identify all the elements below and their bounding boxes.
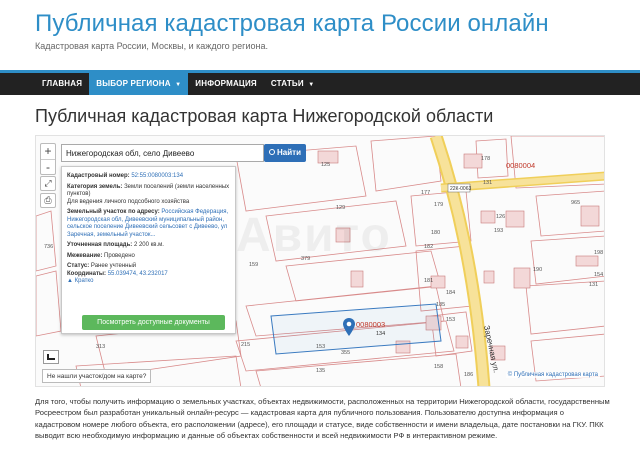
plot-label: 180 xyxy=(431,230,440,236)
cadastral-number-link[interactable]: 52:55:0080003:134 xyxy=(131,173,183,179)
plot-label: 184 xyxy=(446,290,455,296)
area-value: 2 200 кв.м. xyxy=(133,242,164,248)
nav-item-information[interactable]: ИНФОРМАЦИЯ xyxy=(188,73,264,95)
plot-label: 181 xyxy=(424,278,433,284)
plot-label: 186 xyxy=(464,372,473,378)
info-label: Межевание: xyxy=(67,252,103,259)
address-search-input[interactable] xyxy=(61,144,264,162)
block-label: 0080004 xyxy=(506,161,535,170)
plot-label: 193 xyxy=(494,228,503,234)
plot-label: 158 xyxy=(434,364,443,370)
page-title: Публичная кадастровая карта Нижегородско… xyxy=(35,106,494,126)
plot-label: 177 xyxy=(421,190,430,196)
plot-label: 179 xyxy=(434,202,443,208)
search-button-label: Найти xyxy=(277,148,301,157)
plot-label: 126 xyxy=(496,214,505,220)
plot-label: 153 xyxy=(446,317,455,323)
plot-label: 135 xyxy=(316,368,325,374)
plot-label: 154 xyxy=(594,272,603,278)
fullscreen-icon[interactable]: ⤢ xyxy=(40,176,56,191)
nav-label: ИНФОРМАЦИЯ xyxy=(195,79,257,88)
print-icon[interactable]: ⎙ xyxy=(40,193,56,208)
main-navbar: ГЛАВНАЯ ВЫБОР РЕГИОНА ▼ ИНФОРМАЦИЯ СТАТЬ… xyxy=(0,70,640,95)
info-label: Уточненная площадь: xyxy=(67,242,133,248)
info-label: Статус: xyxy=(67,263,90,269)
info-label: Кадастровый номер: xyxy=(67,173,130,179)
nav-label: СТАТЬИ xyxy=(270,79,304,88)
plot-label: 313 xyxy=(96,344,105,350)
plot-label: 125 xyxy=(321,162,330,168)
view-documents-button[interactable]: Посмотреть доступные документы xyxy=(82,315,225,330)
parcel-info-panel: Кадастровый номер: 52:55:0080003:134 Кат… xyxy=(61,166,236,334)
search-icon xyxy=(269,149,275,155)
cadastral-map[interactable]: Заречная ул. 22К-0063 0080004 0080003 13… xyxy=(35,135,605,387)
nav-item-articles[interactable]: СТАТЬИ ▼ xyxy=(264,73,322,95)
chevron-down-icon: ▼ xyxy=(308,82,315,88)
plot-label: 215 xyxy=(241,342,250,348)
block-label: 0080003 xyxy=(356,320,385,329)
land-use-value: Для ведения личного подсобного хозяйства xyxy=(67,198,190,205)
search-button[interactable]: Найти xyxy=(264,144,306,162)
status-value: Ранее учтенный xyxy=(90,263,137,269)
map-pin-icon[interactable] xyxy=(343,318,355,336)
plot-label: 131 xyxy=(483,180,492,186)
not-found-link[interactable]: Не нашли участок/дом на карте? xyxy=(42,369,152,383)
page-description: Для того, чтобы получить информацию о зе… xyxy=(35,397,610,440)
chevron-down-icon: ▼ xyxy=(175,82,182,88)
nav-item-region-select[interactable]: ВЫБОР РЕГИОНА ▼ xyxy=(89,73,189,95)
selected-parcel xyxy=(270,303,442,355)
plot-label: 182 xyxy=(424,244,433,250)
zoom-out-button[interactable]: - xyxy=(41,159,55,174)
info-label: Земельный участок по адресу: xyxy=(67,209,160,215)
layers-icon[interactable] xyxy=(43,350,59,364)
plot-label: 153 xyxy=(316,344,325,350)
nav-label: ВЫБОР РЕГИОНА xyxy=(96,79,171,88)
site-tagline: Кадастровая карта России, Москвы, и кажд… xyxy=(35,41,268,51)
plot-label: 965 xyxy=(571,200,580,206)
plot-label: 190 xyxy=(533,267,542,273)
zoom-control: + - xyxy=(40,143,56,175)
plot-label: 185 xyxy=(436,302,445,308)
map-copyright[interactable]: © Публичная кадастровая карта xyxy=(505,372,600,378)
plot-label: 131 xyxy=(589,282,598,288)
survey-value: Проведено xyxy=(104,252,135,259)
plot-label: 355 xyxy=(341,350,350,356)
road-sign-label: 22К-0063 xyxy=(450,186,471,192)
plot-label: 198 xyxy=(594,250,603,256)
zoom-in-button[interactable]: + xyxy=(41,144,55,159)
watermark: Авито xyxy=(236,209,392,262)
plot-label: 178 xyxy=(481,156,490,162)
plot-label: 736 xyxy=(44,244,53,250)
nav-item-home[interactable]: ГЛАВНАЯ xyxy=(35,73,89,95)
nav-label: ГЛАВНАЯ xyxy=(42,79,83,88)
site-title[interactable]: Публичная кадастровая карта России онлай… xyxy=(35,10,549,38)
info-label: Координаты: xyxy=(67,270,107,277)
plot-label: 134 xyxy=(376,331,385,337)
collapse-toggle[interactable]: ▲ Кратко xyxy=(67,278,230,286)
coordinates-link[interactable]: 55.039474, 43.232017 xyxy=(108,271,168,277)
info-label: Категория земель: xyxy=(67,183,123,190)
